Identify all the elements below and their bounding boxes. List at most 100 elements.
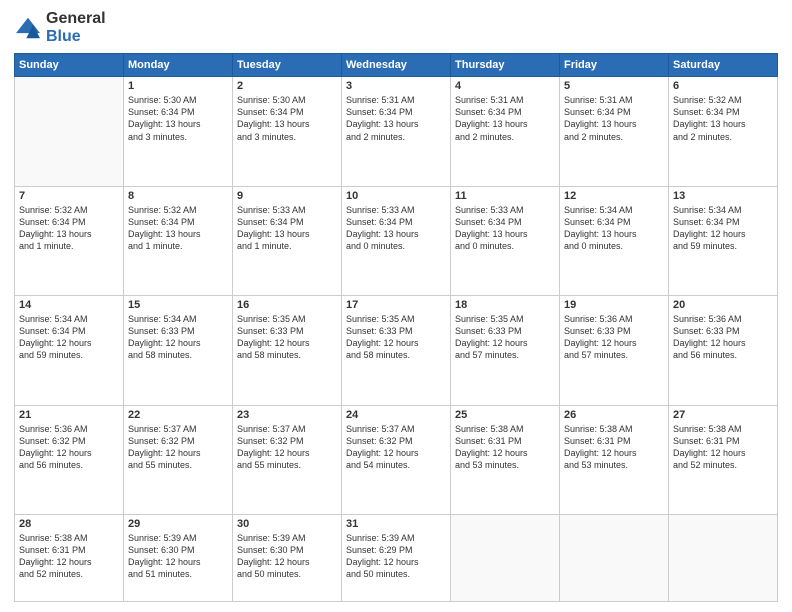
day-info: Sunrise: 5:39 AMSunset: 6:30 PMDaylight:… (128, 532, 228, 581)
calendar-cell: 16Sunrise: 5:35 AMSunset: 6:33 PMDayligh… (233, 296, 342, 405)
calendar-cell: 20Sunrise: 5:36 AMSunset: 6:33 PMDayligh… (669, 296, 778, 405)
day-number: 10 (346, 190, 446, 202)
weekday-header-friday: Friday (560, 54, 669, 77)
day-number: 6 (673, 80, 773, 92)
day-number: 8 (128, 190, 228, 202)
weekday-header-monday: Monday (124, 54, 233, 77)
day-info: Sunrise: 5:33 AMSunset: 6:34 PMDaylight:… (455, 204, 555, 253)
calendar-cell: 31Sunrise: 5:39 AMSunset: 6:29 PMDayligh… (342, 514, 451, 601)
calendar-cell: 18Sunrise: 5:35 AMSunset: 6:33 PMDayligh… (451, 296, 560, 405)
day-number: 28 (19, 518, 119, 530)
calendar-week-3: 14 Sunrise: 5:34 AMSunset: 6:34 PMDayligh… (15, 296, 778, 405)
calendar-table: SundayMondayTuesdayWednesdayThursdayFrid… (14, 53, 778, 602)
weekday-header-tuesday: Tuesday (233, 54, 342, 77)
calendar-cell: 11 Sunrise: 5:33 AMSunset: 6:34 PMDayligh… (451, 186, 560, 295)
day-info: Sunrise: 5:38 AMSunset: 6:31 PMDaylight:… (673, 423, 773, 472)
calendar-cell: 28 Sunrise: 5:38 AMSunset: 6:31 PMDayligh… (15, 514, 124, 601)
day-info: Sunrise: 5:37 AMSunset: 6:32 PMDaylight:… (128, 423, 228, 472)
weekday-header-thursday: Thursday (451, 54, 560, 77)
day-info: Sunrise: 5:31 AMSunset: 6:34 PMDaylight:… (455, 94, 555, 143)
day-number: 25 (455, 409, 555, 421)
day-info: Sunrise: 5:33 AMSunset: 6:34 PMDaylight:… (237, 204, 337, 253)
calendar-cell (451, 514, 560, 601)
calendar-cell: 9Sunrise: 5:33 AMSunset: 6:34 PMDaylight… (233, 186, 342, 295)
calendar-cell: 6 Sunrise: 5:32 AMSunset: 6:34 PMDaylight… (669, 77, 778, 186)
weekday-header-saturday: Saturday (669, 54, 778, 77)
calendar-cell: 29 Sunrise: 5:39 AMSunset: 6:30 PMDayligh… (124, 514, 233, 601)
day-info: Sunrise: 5:32 AMSunset: 6:34 PMDaylight:… (19, 204, 119, 253)
logo: General Blue (14, 10, 106, 45)
calendar-cell: 14 Sunrise: 5:34 AMSunset: 6:34 PMDayligh… (15, 296, 124, 405)
calendar-cell: 26 Sunrise: 5:38 AMSunset: 6:31 PMDayligh… (560, 405, 669, 514)
day-number: 21 (19, 409, 119, 421)
day-number: 3 (346, 80, 446, 92)
day-number: 20 (673, 299, 773, 311)
day-number: 15 (128, 299, 228, 311)
calendar-cell: 12 Sunrise: 5:34 AMSunset: 6:34 PMDayligh… (560, 186, 669, 295)
day-number: 7 (19, 190, 119, 202)
day-info: Sunrise: 5:36 AMSunset: 6:32 PMDaylight:… (19, 423, 119, 472)
calendar-cell (560, 514, 669, 601)
day-info: Sunrise: 5:31 AMSunset: 6:34 PMDaylight:… (564, 94, 664, 143)
day-info: Sunrise: 5:32 AMSunset: 6:34 PMDaylight:… (673, 94, 773, 143)
calendar-cell (669, 514, 778, 601)
calendar-week-2: 7 Sunrise: 5:32 AMSunset: 6:34 PMDaylight… (15, 186, 778, 295)
calendar-cell: 23 Sunrise: 5:37 AMSunset: 6:32 PMDayligh… (233, 405, 342, 514)
calendar-cell: 22 Sunrise: 5:37 AMSunset: 6:32 PMDayligh… (124, 405, 233, 514)
day-info: Sunrise: 5:38 AMSunset: 6:31 PMDaylight:… (455, 423, 555, 472)
calendar-cell: 19 Sunrise: 5:36 AMSunset: 6:33 PMDayligh… (560, 296, 669, 405)
calendar-cell: 8 Sunrise: 5:32 AMSunset: 6:34 PMDaylight… (124, 186, 233, 295)
calendar-cell: 7 Sunrise: 5:32 AMSunset: 6:34 PMDaylight… (15, 186, 124, 295)
day-number: 23 (237, 409, 337, 421)
day-info: Sunrise: 5:38 AMSunset: 6:31 PMDaylight:… (19, 532, 119, 581)
day-number: 14 (19, 299, 119, 311)
day-info: Sunrise: 5:34 AMSunset: 6:34 PMDaylight:… (564, 204, 664, 253)
day-info: Sunrise: 5:31 AMSunset: 6:34 PMDaylight:… (346, 94, 446, 143)
weekday-header-sunday: Sunday (15, 54, 124, 77)
day-info: Sunrise: 5:39 AMSunset: 6:30 PMDaylight:… (237, 532, 337, 581)
day-number: 12 (564, 190, 664, 202)
day-number: 26 (564, 409, 664, 421)
day-number: 13 (673, 190, 773, 202)
calendar-cell (15, 77, 124, 186)
page: General Blue SundayMondayTuesdayWednesda… (0, 0, 792, 612)
calendar-cell: 5 Sunrise: 5:31 AMSunset: 6:34 PMDaylight… (560, 77, 669, 186)
day-number: 5 (564, 80, 664, 92)
day-info: Sunrise: 5:35 AMSunset: 6:33 PMDaylight:… (346, 313, 446, 362)
logo-text: General Blue (46, 10, 106, 45)
day-number: 1 (128, 80, 228, 92)
calendar-cell: 15 Sunrise: 5:34 AMSunset: 6:33 PMDayligh… (124, 296, 233, 405)
calendar-cell: 24 Sunrise: 5:37 AMSunset: 6:32 PMDayligh… (342, 405, 451, 514)
weekday-header-row: SundayMondayTuesdayWednesdayThursdayFrid… (15, 54, 778, 77)
weekday-header-wednesday: Wednesday (342, 54, 451, 77)
calendar-cell: 25 Sunrise: 5:38 AMSunset: 6:31 PMDayligh… (451, 405, 560, 514)
day-info: Sunrise: 5:30 AMSunset: 6:34 PMDaylight:… (128, 94, 228, 143)
day-info: Sunrise: 5:38 AMSunset: 6:31 PMDaylight:… (564, 423, 664, 472)
calendar-week-5: 28 Sunrise: 5:38 AMSunset: 6:31 PMDayligh… (15, 514, 778, 601)
day-number: 11 (455, 190, 555, 202)
day-info: Sunrise: 5:34 AMSunset: 6:34 PMDaylight:… (673, 204, 773, 253)
day-info: Sunrise: 5:34 AMSunset: 6:33 PMDaylight:… (128, 313, 228, 362)
calendar-cell: 21 Sunrise: 5:36 AMSunset: 6:32 PMDayligh… (15, 405, 124, 514)
calendar-cell: 27Sunrise: 5:38 AMSunset: 6:31 PMDayligh… (669, 405, 778, 514)
day-info: Sunrise: 5:35 AMSunset: 6:33 PMDaylight:… (455, 313, 555, 362)
day-number: 30 (237, 518, 337, 530)
calendar-cell: 4Sunrise: 5:31 AMSunset: 6:34 PMDaylight… (451, 77, 560, 186)
day-info: Sunrise: 5:37 AMSunset: 6:32 PMDaylight:… (237, 423, 337, 472)
day-number: 16 (237, 299, 337, 311)
logo-icon (14, 16, 42, 40)
day-number: 2 (237, 80, 337, 92)
calendar-week-4: 21 Sunrise: 5:36 AMSunset: 6:32 PMDayligh… (15, 405, 778, 514)
day-info: Sunrise: 5:33 AMSunset: 6:34 PMDaylight:… (346, 204, 446, 253)
day-number: 19 (564, 299, 664, 311)
day-number: 24 (346, 409, 446, 421)
calendar-cell: 30 Sunrise: 5:39 AMSunset: 6:30 PMDayligh… (233, 514, 342, 601)
day-info: Sunrise: 5:32 AMSunset: 6:34 PMDaylight:… (128, 204, 228, 253)
day-info: Sunrise: 5:37 AMSunset: 6:32 PMDaylight:… (346, 423, 446, 472)
day-info: Sunrise: 5:36 AMSunset: 6:33 PMDaylight:… (564, 313, 664, 362)
day-number: 22 (128, 409, 228, 421)
day-number: 29 (128, 518, 228, 530)
header: General Blue (14, 10, 778, 45)
day-info: Sunrise: 5:34 AMSunset: 6:34 PMDaylight:… (19, 313, 119, 362)
calendar-cell: 2Sunrise: 5:30 AMSunset: 6:34 PMDaylight… (233, 77, 342, 186)
